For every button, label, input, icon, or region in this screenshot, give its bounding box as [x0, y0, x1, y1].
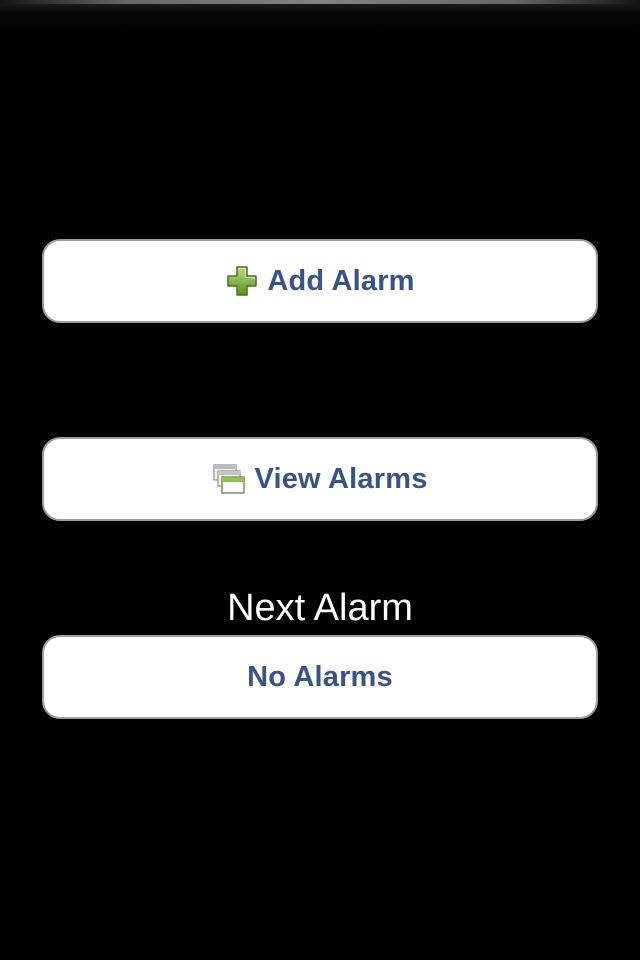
add-alarm-label: Add Alarm — [267, 264, 415, 297]
status-bar-highlight — [0, 0, 640, 4]
next-alarm-button[interactable]: No Alarms — [42, 635, 598, 719]
status-bar — [0, 0, 640, 40]
view-alarms-label: View Alarms — [254, 462, 428, 495]
next-alarm-value: No Alarms — [247, 660, 393, 693]
next-alarm-heading: Next Alarm — [227, 587, 413, 629]
view-alarms-button[interactable]: View Alarms — [42, 437, 598, 521]
windows-stack-icon — [212, 462, 246, 496]
add-alarm-button[interactable]: Add Alarm — [42, 239, 598, 323]
plus-icon — [225, 264, 259, 298]
